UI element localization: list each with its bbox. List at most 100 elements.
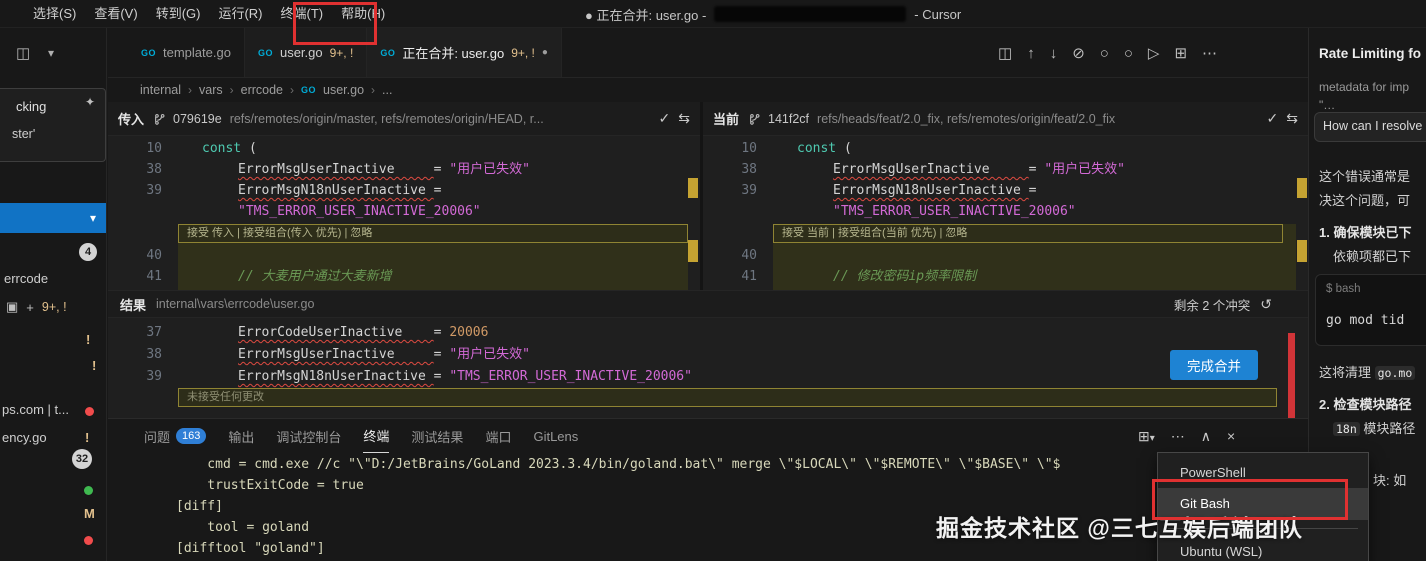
- code-text: (: [241, 141, 257, 156]
- editor-layout-icon[interactable]: ◫: [16, 44, 30, 62]
- breadcrumb-item[interactable]: vars: [199, 83, 223, 97]
- breadcrumb-item[interactable]: internal: [140, 83, 181, 97]
- line-number: 10: [741, 141, 757, 156]
- line-number: 41: [741, 269, 757, 284]
- chat-paragraph: 这将清理 go.mo: [1319, 362, 1416, 381]
- discard-icon[interactable]: ⊘: [1072, 44, 1085, 62]
- maximize-panel-icon[interactable]: ∧: [1201, 428, 1211, 445]
- conflict-marker: [1297, 178, 1307, 198]
- run-icon[interactable]: ▷: [1148, 44, 1160, 62]
- next-conflict-icon[interactable]: ○: [1124, 45, 1133, 62]
- undo-icon[interactable]: ↺: [1260, 296, 1272, 313]
- tree-item-ency[interactable]: ency.go: [2, 430, 47, 445]
- tree-item-ps[interactable]: ps.com | t...: [2, 402, 69, 417]
- tooltip-line-2: ster': [12, 127, 36, 141]
- terminal-line: tool = goland: [176, 520, 310, 535]
- conflict-marker: [1297, 240, 1307, 262]
- conflict-error-bar: [1288, 333, 1295, 418]
- terminal-line: trustExitCode = true: [176, 478, 364, 493]
- scm-row[interactable]: ▣ + 9+, !: [6, 299, 67, 315]
- dirty-dot-icon[interactable]: ●: [542, 47, 548, 58]
- panel-tab-label: 端口: [485, 429, 512, 445]
- code-line: "TMS_ERROR_USER_INACTIVE_20006": [108, 201, 700, 222]
- accept-all-icon[interactable]: ✓: [1267, 110, 1279, 127]
- tree-item-errcode[interactable]: errcode: [4, 271, 48, 286]
- prev-change-icon[interactable]: ↑: [1027, 45, 1035, 62]
- breadcrumb-item[interactable]: user.go: [323, 83, 364, 97]
- current-refs: refs/heads/feat/2.0_fix, refs/remotes/or…: [817, 111, 1116, 126]
- current-label: 当前: [713, 112, 740, 127]
- line-number: 37: [146, 325, 162, 340]
- complete-merge-button[interactable]: 完成合并: [1170, 350, 1258, 380]
- code-line: 37 ErrorCodeUserInactive = 20006: [108, 322, 1288, 343]
- tab-label: user.go: [279, 45, 323, 60]
- next-change-icon[interactable]: ↓: [1050, 45, 1058, 62]
- code-string: "用户已失效": [449, 347, 530, 362]
- go-file-icon: GO: [380, 47, 396, 58]
- tab-merging-user-go[interactable]: GO 正在合并: user.go 9+, ! ●: [367, 28, 562, 77]
- panel-tab-test-results[interactable]: 测试结果: [411, 419, 463, 453]
- accept-all-icon[interactable]: ✓: [659, 110, 671, 127]
- chat-list-item: 2. 检查模块路径: [1319, 397, 1412, 412]
- user-message-bubble[interactable]: How can I resolve: [1314, 112, 1426, 142]
- menu-run[interactable]: 运行(R): [209, 0, 271, 28]
- editor-toolbar: ◫ ↑ ↓ ⊘ ○ ○ ▷ ⊞ ⋯: [998, 28, 1217, 78]
- copy-icon[interactable]: ▣: [6, 299, 18, 315]
- chat-quote-end: "…: [1319, 98, 1336, 112]
- error-dot: [84, 536, 93, 545]
- close-panel-icon[interactable]: ×: [1227, 428, 1235, 444]
- breadcrumb-item[interactable]: ...: [382, 83, 392, 97]
- sparkle-icon[interactable]: ✦: [85, 95, 95, 109]
- warning-decoration: !: [92, 358, 97, 373]
- breadcrumb-item[interactable]: errcode: [241, 83, 283, 97]
- panel-actions: ⊞▾ ⋯ ∧ ×: [1138, 419, 1235, 453]
- code-text: (: [836, 141, 852, 156]
- prev-conflict-icon[interactable]: ○: [1100, 45, 1109, 62]
- explorer-sidebar: ◫ ▾ cking ✦ ster' ▾ 4 errcode ▣ + 9+, ! …: [0, 28, 107, 561]
- modified-mark: M: [84, 506, 95, 521]
- menu-selection[interactable]: 选择(S): [24, 0, 85, 28]
- incoming-refs: refs/remotes/origin/master, refs/remotes…: [229, 111, 544, 126]
- editor-layout-icon[interactable]: ⊞: [1174, 44, 1187, 62]
- panel-tab-output[interactable]: 输出: [228, 419, 254, 453]
- conflicts-remaining: 剩余 2 个冲突: [1173, 298, 1251, 313]
- selected-tree-item[interactable]: ▾: [0, 203, 106, 233]
- chevron-right-icon: ›: [371, 83, 376, 97]
- more-actions-icon[interactable]: ⋯: [1202, 44, 1217, 62]
- plus-icon[interactable]: +: [26, 300, 34, 315]
- line-number: [703, 201, 773, 222]
- split-diff-icon[interactable]: ◫: [998, 44, 1012, 62]
- current-commit-hash: 141f2cf: [768, 111, 810, 126]
- chevron-down-icon[interactable]: ▾: [48, 46, 54, 60]
- incoming-pane-header: 传入 079619e refs/remotes/origin/master, r…: [108, 102, 700, 136]
- panel-tab-problems[interactable]: 问题 163: [144, 419, 207, 453]
- tab-template-go[interactable]: GO template.go: [128, 28, 245, 77]
- code-identifier: ErrorMsgUserInactive: [238, 162, 434, 177]
- split-terminal-icon[interactable]: ⊞▾: [1138, 428, 1155, 445]
- panel-tab-ports[interactable]: 端口: [485, 419, 511, 453]
- chevron-down-icon: ▾: [89, 211, 96, 225]
- panel-tab-debug-console[interactable]: 调试控制台: [276, 419, 341, 453]
- panel-tab-gitlens[interactable]: GitLens: [533, 419, 578, 453]
- conflict-marker: [688, 240, 698, 262]
- incoming-conflict-actions[interactable]: 接受 传入 | 接受组合(传入 优先) | 忽略: [178, 224, 688, 243]
- git-branch-icon: [155, 114, 165, 125]
- current-conflict-actions[interactable]: 接受 当前 | 接受组合(当前 优先) | 忽略: [773, 224, 1283, 243]
- code-identifier: ErrorMsgN18nUserInactive: [238, 183, 434, 198]
- panel-tab-terminal[interactable]: 终端: [363, 419, 390, 453]
- code-line: 38 ErrorMsgUserInactive = "用户已失效": [703, 159, 1308, 180]
- menu-goto[interactable]: 转到(G): [147, 0, 210, 28]
- code-block-line: go mod tid: [1326, 313, 1405, 328]
- result-file-path: internal\vars\errcode\user.go: [156, 297, 315, 311]
- more-actions-icon[interactable]: ⋯: [1171, 428, 1185, 445]
- line-number: 38: [146, 347, 162, 362]
- compare-icon[interactable]: ⇆: [1286, 110, 1298, 127]
- compare-icon[interactable]: ⇆: [678, 110, 690, 127]
- menu-view[interactable]: 查看(V): [85, 0, 146, 28]
- warning-decoration: !: [85, 430, 90, 445]
- code-line: "TMS_ERROR_USER_INACTIVE_20006": [703, 201, 1308, 222]
- line-number: 39: [146, 369, 162, 384]
- chat-list-item: 1. 确保模块已下: [1319, 225, 1412, 240]
- panel-tab-bar: 问题 163 输出 调试控制台 终端 测试结果 端口 GitLens: [144, 419, 578, 453]
- code-comment: // 修改密码ip频率限制: [833, 269, 977, 284]
